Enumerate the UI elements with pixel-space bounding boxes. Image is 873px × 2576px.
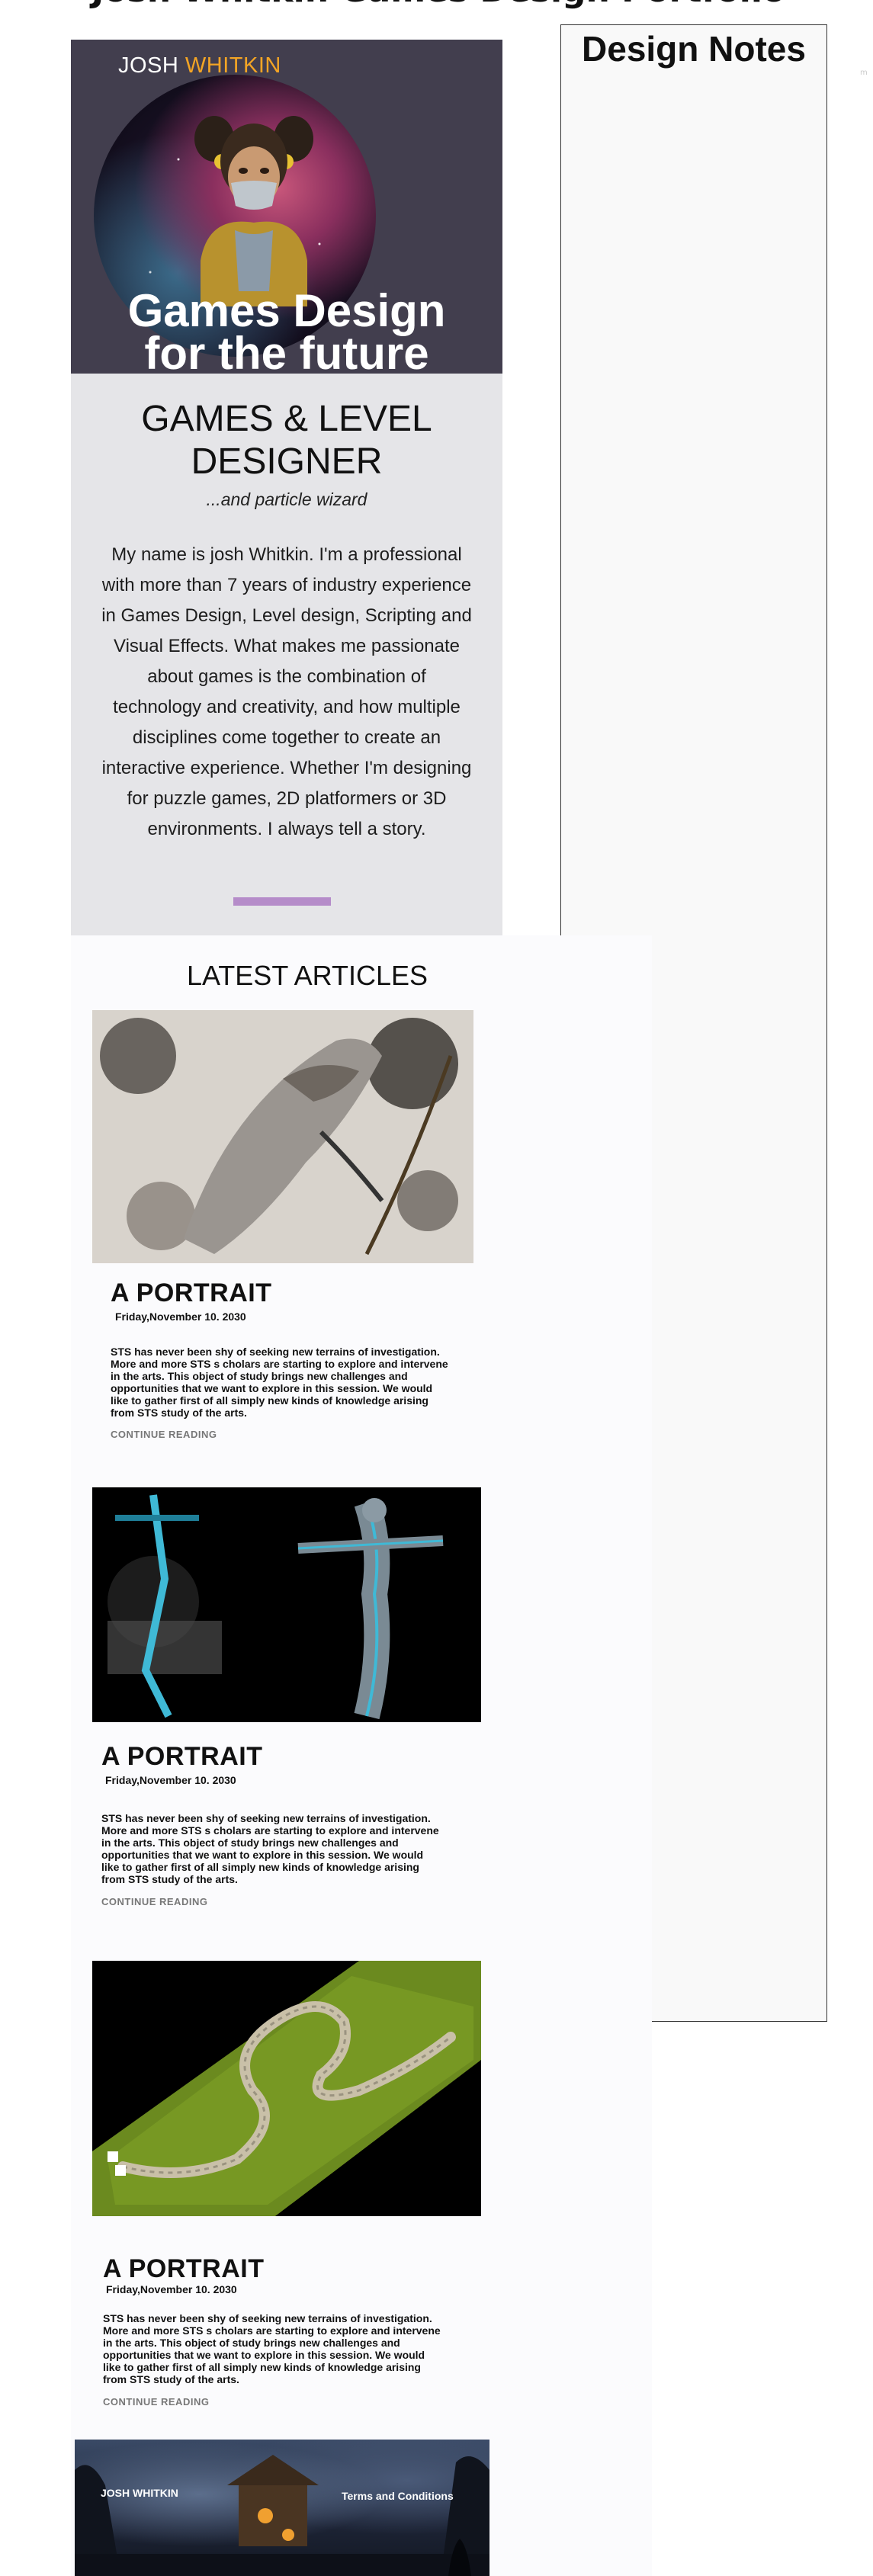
excerpt-line: in the arts. This object of study brings… — [103, 2337, 400, 2349]
bio-line: Visual Effects. What makes me passionate — [114, 636, 460, 656]
hero-banner: JOSH WHITKIN Games Design for the future — [71, 40, 502, 374]
continue-reading-link[interactable]: CONTINUE READING — [101, 1896, 207, 1907]
role-title-line-2: DESIGNER — [191, 441, 383, 482]
excerpt-line: from STS study of the arts. — [103, 2373, 239, 2385]
footer-brand[interactable]: JOSH WHITKIN — [101, 2487, 178, 2499]
excerpt-line: STS has never been shy of seeking new te… — [111, 1346, 440, 1358]
article-date: Friday,November 10. 2030 — [105, 1774, 236, 1786]
terms-link[interactable]: Terms and Conditions — [342, 2490, 454, 2502]
excerpt-line: from STS study of the arts. — [101, 1873, 238, 1885]
excerpt-line: like to gather first of all simply new k… — [101, 1861, 419, 1873]
role-title-line-1: GAMES & LEVEL — [141, 399, 432, 439]
excerpt-line: More and more STS s cholars are starting… — [103, 2324, 441, 2337]
intro-panel: GAMES & LEVEL DESIGNER ...and particle w… — [71, 374, 502, 945]
continue-reading-link[interactable]: CONTINUE READING — [103, 2396, 209, 2408]
article-excerpt: STS has never been shy of seeking new te… — [101, 1812, 452, 1885]
bio-line: about games is the combination of — [147, 666, 426, 687]
article-excerpt: STS has never been shy of seeking new te… — [103, 2312, 454, 2385]
excerpt-line: in the arts. This object of study brings… — [111, 1370, 408, 1382]
section-divider — [233, 897, 331, 906]
brand-last-name: WHITKIN — [185, 53, 281, 78]
article-date: Friday,November 10. 2030 — [106, 2283, 237, 2295]
article-title[interactable]: A PORTRAIT — [101, 1742, 263, 1772]
role-subtitle: ...and particle wizard — [206, 489, 367, 509]
excerpt-line: from STS study of the arts. — [111, 1407, 247, 1419]
bio-line: My name is josh Whitkin. I'm a professio… — [111, 544, 462, 565]
design-notes-title: Design Notes — [582, 29, 806, 69]
brand-first-name: JOSH — [118, 53, 179, 78]
articles-heading: LATEST ARTICLES — [186, 960, 428, 991]
excerpt-line: More and more STS s cholars are starting… — [101, 1824, 439, 1837]
excerpt-line: STS has never been shy of seeking new te… — [101, 1812, 431, 1824]
article-image-archer[interactable] — [92, 1010, 473, 1263]
bio-line: interactive experience. Whether I'm desi… — [101, 758, 472, 778]
bio-line: in Games Design, Level design, Scripting… — [101, 605, 472, 626]
bio-line: for puzzle games, 2D platformers or 3D — [127, 788, 447, 809]
bio-line: disciplines come together to create an — [132, 727, 441, 748]
latest-articles-section: LATEST ARTICLES A PORTRAIT Friday,Novemb… — [71, 935, 652, 2576]
hero-brand-name: JOSH WHITKIN — [118, 53, 281, 79]
forest-hut-illustration — [75, 2455, 489, 2576]
article-image-neon-armor[interactable] — [92, 1487, 481, 1722]
excerpt-line: opportunities that we want to explore in… — [101, 1849, 424, 1861]
neon-armor-icon — [92, 1487, 481, 1722]
race-track-icon — [92, 1961, 481, 2216]
excerpt-line: like to gather first of all simply new k… — [111, 1394, 428, 1407]
role-title: GAMES & LEVEL DESIGNER — [71, 398, 502, 483]
excerpt-line: like to gather first of all simply new k… — [103, 2361, 421, 2373]
article-date: Friday,November 10. 2030 — [115, 1310, 246, 1323]
edge-marker: m — [860, 69, 868, 77]
article-title[interactable]: A PORTRAIT — [111, 1278, 272, 1308]
continue-reading-link[interactable]: CONTINUE READING — [111, 1429, 217, 1440]
tagline-line-1: Games Design — [127, 285, 446, 336]
excerpt-line: opportunities that we want to explore in… — [103, 2349, 425, 2361]
bio-line: technology and creativity, and how multi… — [113, 697, 461, 717]
bio-line: environments. I always tell a story. — [147, 819, 426, 839]
page-top-heading: Josh Whitkin Games Design Portfolio — [91, 0, 785, 10]
site-footer: JOSH WHITKIN Terms and Conditions — [75, 2440, 489, 2576]
article-excerpt: STS has never been shy of seeking new te… — [111, 1346, 461, 1419]
excerpt-line: More and more STS s cholars are starting… — [111, 1358, 448, 1370]
tagline-line-2: for the future — [144, 328, 429, 374]
archer-sketch-icon — [92, 1010, 473, 1263]
article-image-race-track[interactable] — [92, 1961, 481, 2216]
excerpt-line: in the arts. This object of study brings… — [101, 1837, 399, 1849]
character-illustration — [194, 116, 313, 306]
excerpt-line: STS has never been shy of seeking new te… — [103, 2312, 432, 2324]
bio-paragraph: My name is josh Whitkin. I'm a professio… — [95, 540, 478, 845]
article-title[interactable]: A PORTRAIT — [103, 2254, 265, 2284]
hero-tagline: Games Design for the future — [71, 285, 502, 374]
bio-line: with more than 7 years of industry exper… — [101, 575, 472, 595]
excerpt-line: opportunities that we want to explore in… — [111, 1382, 433, 1394]
